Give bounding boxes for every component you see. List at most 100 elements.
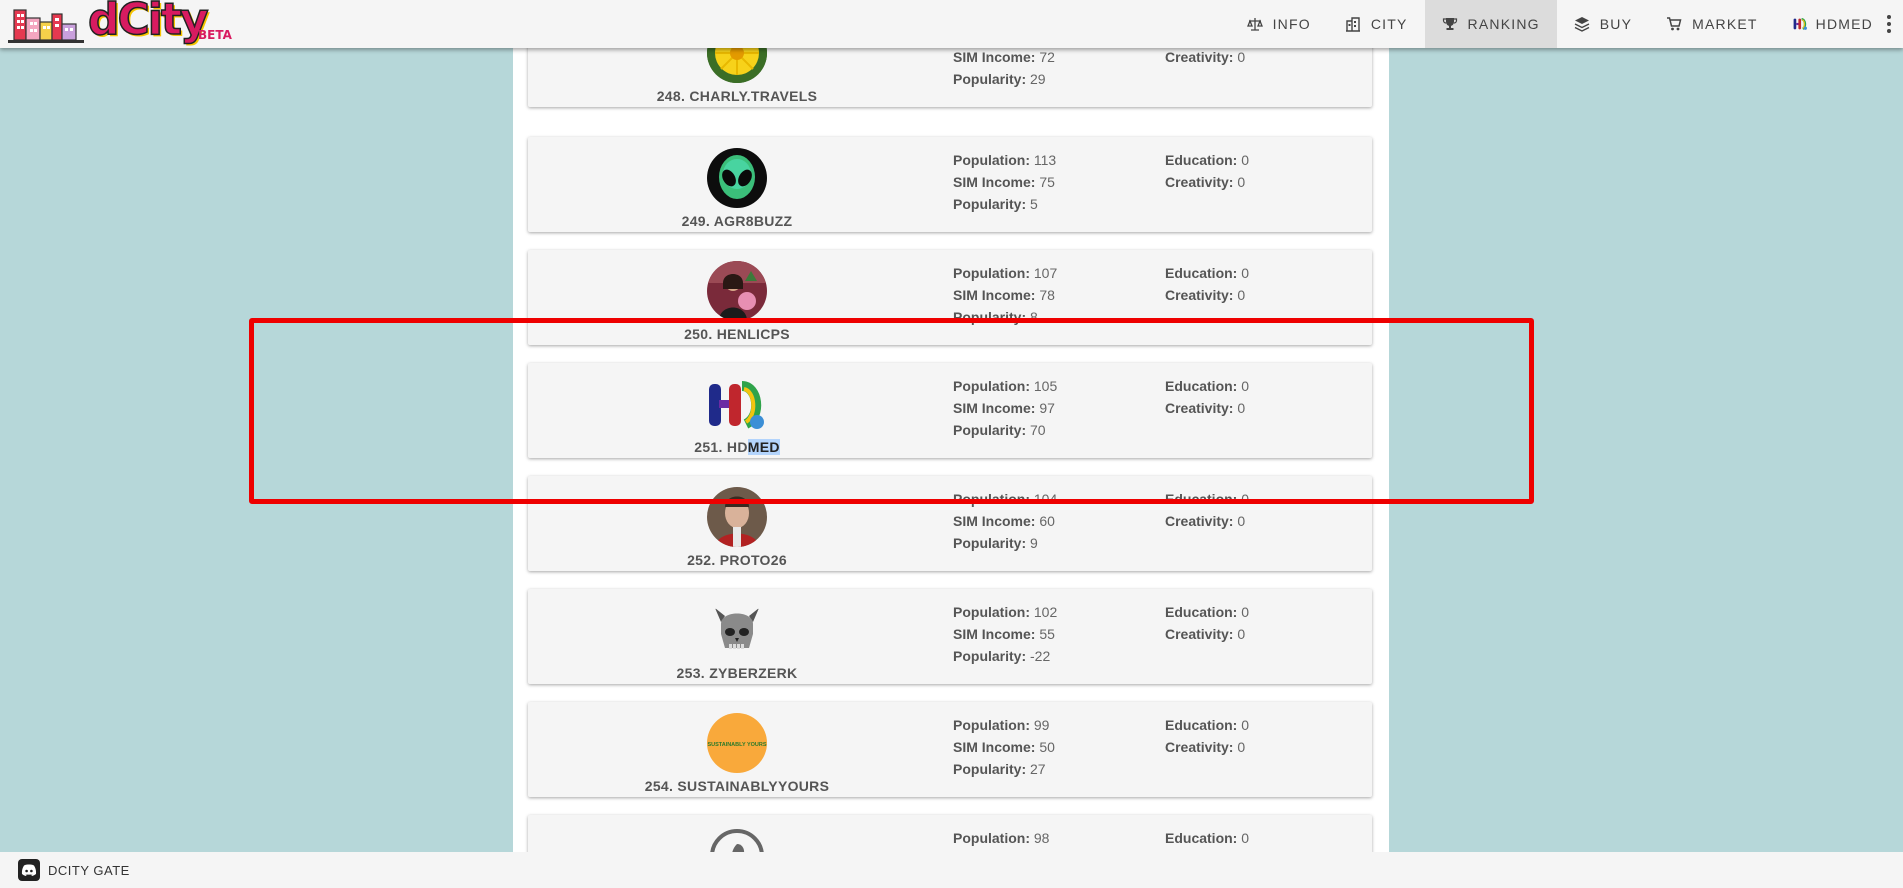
education-stat: Education: 0: [1165, 378, 1250, 394]
nav-ranking-label: RANKING: [1467, 16, 1540, 32]
user-rank-name[interactable]: 248. CHARLY.TRAVELS: [528, 88, 946, 104]
main-nav: INFO CITY RANKING BUY MARKET HDMED: [1230, 0, 1903, 48]
ranking-card[interactable]: 252. PROTO26 Population: 104 SIM Income:…: [528, 476, 1372, 571]
stats-right: Education: 0 Creativity: 0: [1165, 149, 1249, 193]
population-stat: Population: 104: [953, 491, 1058, 507]
population-stat: Population: 113: [953, 152, 1057, 168]
user-avatar: [707, 600, 767, 660]
sim-income-stat: SIM Income: 78: [953, 287, 1055, 303]
user-rank-name[interactable]: 249. AGR8BUZZ: [528, 213, 946, 229]
discord-icon: [18, 859, 40, 881]
sim-income-stat: SIM Income: 50: [953, 739, 1055, 755]
user-rank-name[interactable]: 252. PROTO26: [528, 552, 946, 568]
svg-text:SUSTAINABLY YOURS: SUSTAINABLY YOURS: [707, 742, 766, 748]
education-stat: Education: 0: [1165, 265, 1250, 281]
ranking-card[interactable]: Population: 98 SIM Income: 50 Education:…: [528, 815, 1372, 852]
alien-avatar-icon: [707, 148, 767, 208]
stats-left: Population: 98 SIM Income: 50: [953, 827, 1055, 852]
popularity-stat: Popularity: 8: [953, 309, 1038, 325]
ranking-card[interactable]: SUSTAINABLY YOURS 254. SUSTAINABLYYOURS …: [528, 702, 1372, 797]
nav-user-menu[interactable]: HDMED: [1775, 0, 1903, 48]
bottom-bar[interactable]: DCITY GATE: [0, 852, 1903, 888]
more-vert-icon[interactable]: [1887, 15, 1891, 33]
user-avatar: [707, 487, 767, 547]
education-stat: Education: 0: [1165, 830, 1250, 846]
nav-info-label: INFO: [1272, 16, 1311, 32]
nav-city-label: CITY: [1370, 16, 1408, 32]
population-stat: Population: 99: [953, 717, 1050, 733]
sustainably-yours-avatar-icon: SUSTAINABLY YOURS: [707, 713, 767, 773]
creativity-stat: Creativity: 0: [1165, 174, 1246, 190]
city-buildings-icon: [8, 9, 84, 43]
ranking-card[interactable]: 250. HENLICPS Population: 107 SIM Income…: [528, 250, 1372, 345]
dcity-logo[interactable]: dCity BETA: [6, 0, 232, 48]
skull-helmet-avatar-icon: [707, 600, 767, 660]
discord-gate-label: DCITY GATE: [48, 862, 130, 878]
ranking-card[interactable]: 248. CHARLY.TRAVELS SIM Income: 72 Popul…: [528, 48, 1372, 107]
ranking-card[interactable]: 253. ZYBERZERK Population: 102 SIM Incom…: [528, 589, 1372, 684]
scale-icon: [1246, 18, 1263, 31]
layers-icon: [1574, 17, 1590, 32]
dandelion-avatar-icon: [707, 48, 767, 83]
stats-right: Education: 0 Creativity: 0: [1165, 262, 1249, 306]
user-avatar: [707, 374, 767, 434]
sim-income-stat: SIM Income: 97: [953, 400, 1055, 416]
stats-left: Population: 107 SIM Income: 78 Popularit…: [953, 262, 1057, 328]
creativity-stat: Creativity: 0: [1165, 287, 1246, 303]
ranking-card[interactable]: 249. AGR8BUZZ Population: 113 SIM Income…: [528, 137, 1372, 232]
hd-logo-avatar-icon: [709, 381, 764, 429]
popularity-stat: Popularity: 27: [953, 761, 1046, 777]
popularity-stat: Popularity: 9: [953, 535, 1038, 551]
user-rank-name[interactable]: 251. HDMED: [528, 439, 946, 455]
education-stat: Education: 0: [1165, 152, 1250, 168]
nav-user-label: HDMED: [1815, 16, 1873, 32]
stats-left: Population: 105 SIM Income: 97 Popularit…: [953, 375, 1057, 441]
circle-logo-avatar-icon: [707, 826, 767, 852]
user-avatar: [707, 148, 767, 208]
nav-market[interactable]: MARKET: [1649, 0, 1775, 48]
stats-right: Education: 0 Creativity: 0: [1165, 714, 1249, 758]
sim-income-stat: SIM Income: 72: [953, 49, 1055, 65]
population-stat: Population: 98: [953, 830, 1050, 846]
stats-left: Population: 113 SIM Income: 75 Popularit…: [953, 149, 1056, 215]
creativity-stat: Creativity: 0: [1165, 513, 1246, 529]
user-avatar: SUSTAINABLY YOURS: [707, 713, 767, 773]
popularity-stat: Popularity: 70: [953, 422, 1046, 438]
popularity-stat: Popularity: 5: [953, 196, 1038, 212]
sim-income-stat: SIM Income: 55: [953, 626, 1055, 642]
nav-buy[interactable]: BUY: [1557, 0, 1649, 48]
creativity-stat: Creativity: 0: [1165, 49, 1246, 65]
stats-right: Education: 0 Creativity: 0: [1165, 375, 1249, 419]
selected-text: MED: [747, 439, 780, 455]
stats-right: Education: 0 Creativity: 0: [1165, 488, 1249, 532]
top-navbar: dCity BETA INFO CITY RANKING BUY MARKET …: [0, 0, 1903, 48]
user-avatar: [707, 261, 767, 321]
education-stat: Education: 0: [1165, 717, 1250, 733]
nav-ranking[interactable]: RANKING: [1424, 0, 1557, 48]
population-stat: Population: 107: [953, 265, 1058, 281]
stats-left: Population: 102 SIM Income: 55 Popularit…: [953, 601, 1057, 667]
user-avatar-icon: [1793, 18, 1807, 30]
man-photo-avatar-icon: [707, 487, 767, 547]
user-rank-name[interactable]: 250. HENLICPS: [528, 326, 946, 342]
population-stat: Population: 105: [953, 378, 1058, 394]
stats-left: SIM Income: 72 Popularity: 29: [953, 48, 1055, 90]
ranking-card-current-user[interactable]: 251. HDMED Population: 105 SIM Income: 9…: [528, 363, 1372, 458]
user-rank-name[interactable]: 253. ZYBERZERK: [528, 665, 946, 681]
stats-right: Education: 0 Creativity: 0: [1165, 827, 1249, 852]
ranking-list: 248. CHARLY.TRAVELS SIM Income: 72 Popul…: [513, 48, 1389, 852]
trophy-icon: [1442, 18, 1457, 30]
popularity-stat: Popularity: 29: [953, 71, 1046, 87]
logo-wordmark: dCity: [87, 0, 209, 46]
popularity-stat: Popularity: -22: [953, 648, 1051, 664]
nav-info[interactable]: INFO: [1230, 0, 1328, 48]
user-rank-name[interactable]: 254. SUSTAINABLYYOURS: [528, 778, 946, 794]
sim-income-stat: SIM Income: 60: [953, 513, 1055, 529]
cart-icon: [1667, 17, 1682, 31]
user-avatar: [707, 826, 767, 852]
sim-income-stat: SIM Income: 75: [953, 174, 1055, 190]
education-stat: Education: 0: [1165, 604, 1250, 620]
nav-city[interactable]: CITY: [1328, 0, 1425, 48]
creativity-stat: Creativity: 0: [1165, 739, 1246, 755]
nav-buy-label: BUY: [1599, 16, 1633, 32]
